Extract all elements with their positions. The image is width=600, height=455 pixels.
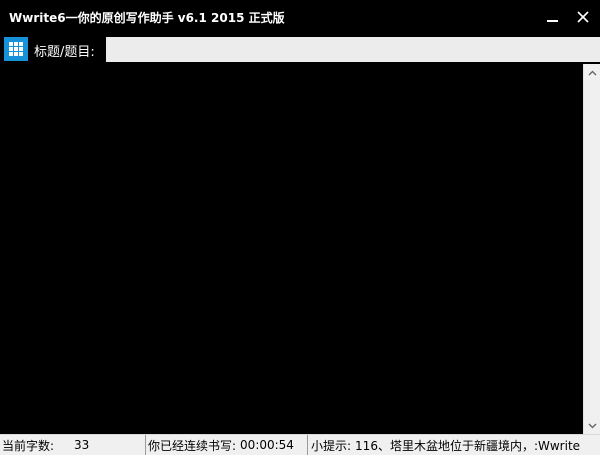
close-icon xyxy=(577,11,589,23)
editor-area[interactable] xyxy=(0,64,583,434)
writing-time-section: 你已经连续书写: 00:00:54 xyxy=(146,435,308,455)
minimize-icon xyxy=(546,20,558,22)
writing-time-value: 00:00:54 xyxy=(240,438,294,452)
title-input[interactable] xyxy=(106,37,600,62)
window-title: Wwrite6一你的原创写作助手 v6.1 2015 正式版 xyxy=(9,10,285,25)
char-count-value: 33 xyxy=(74,438,90,452)
scroll-track[interactable] xyxy=(584,81,600,417)
tip-text: 116、塔里木盆地位于新疆境内，:Wwrite xyxy=(355,438,581,453)
writing-time-label: 你已经连续书写: xyxy=(148,438,237,453)
minimize-button[interactable] xyxy=(541,7,563,27)
scroll-down-button[interactable] xyxy=(584,417,600,434)
grid-icon xyxy=(9,42,23,56)
title-label: 标题/题目: xyxy=(34,45,95,60)
tip-label: 小提示: xyxy=(311,438,352,453)
vertical-scrollbar[interactable] xyxy=(583,64,600,434)
chevron-down-icon xyxy=(588,423,596,428)
tip-section: 小提示: 116、塔里木盆地位于新疆境内，:Wwrite xyxy=(308,435,600,455)
main-menu-button[interactable] xyxy=(4,37,28,61)
chevron-up-icon xyxy=(588,70,596,75)
status-bar: 当前字数: 33 你已经连续书写: 00:00:54 小提示: 116、塔里木盆… xyxy=(0,434,600,455)
scroll-up-button[interactable] xyxy=(584,64,600,81)
char-count-label: 当前字数: xyxy=(2,438,55,453)
app-window: Wwrite6一你的原创写作助手 v6.1 2015 正式版 标题/题目: 当前… xyxy=(0,0,600,455)
title-bar[interactable]: Wwrite6一你的原创写作助手 v6.1 2015 正式版 xyxy=(0,0,600,34)
close-button[interactable] xyxy=(572,7,594,27)
char-count-section: 当前字数: 33 xyxy=(0,435,146,455)
